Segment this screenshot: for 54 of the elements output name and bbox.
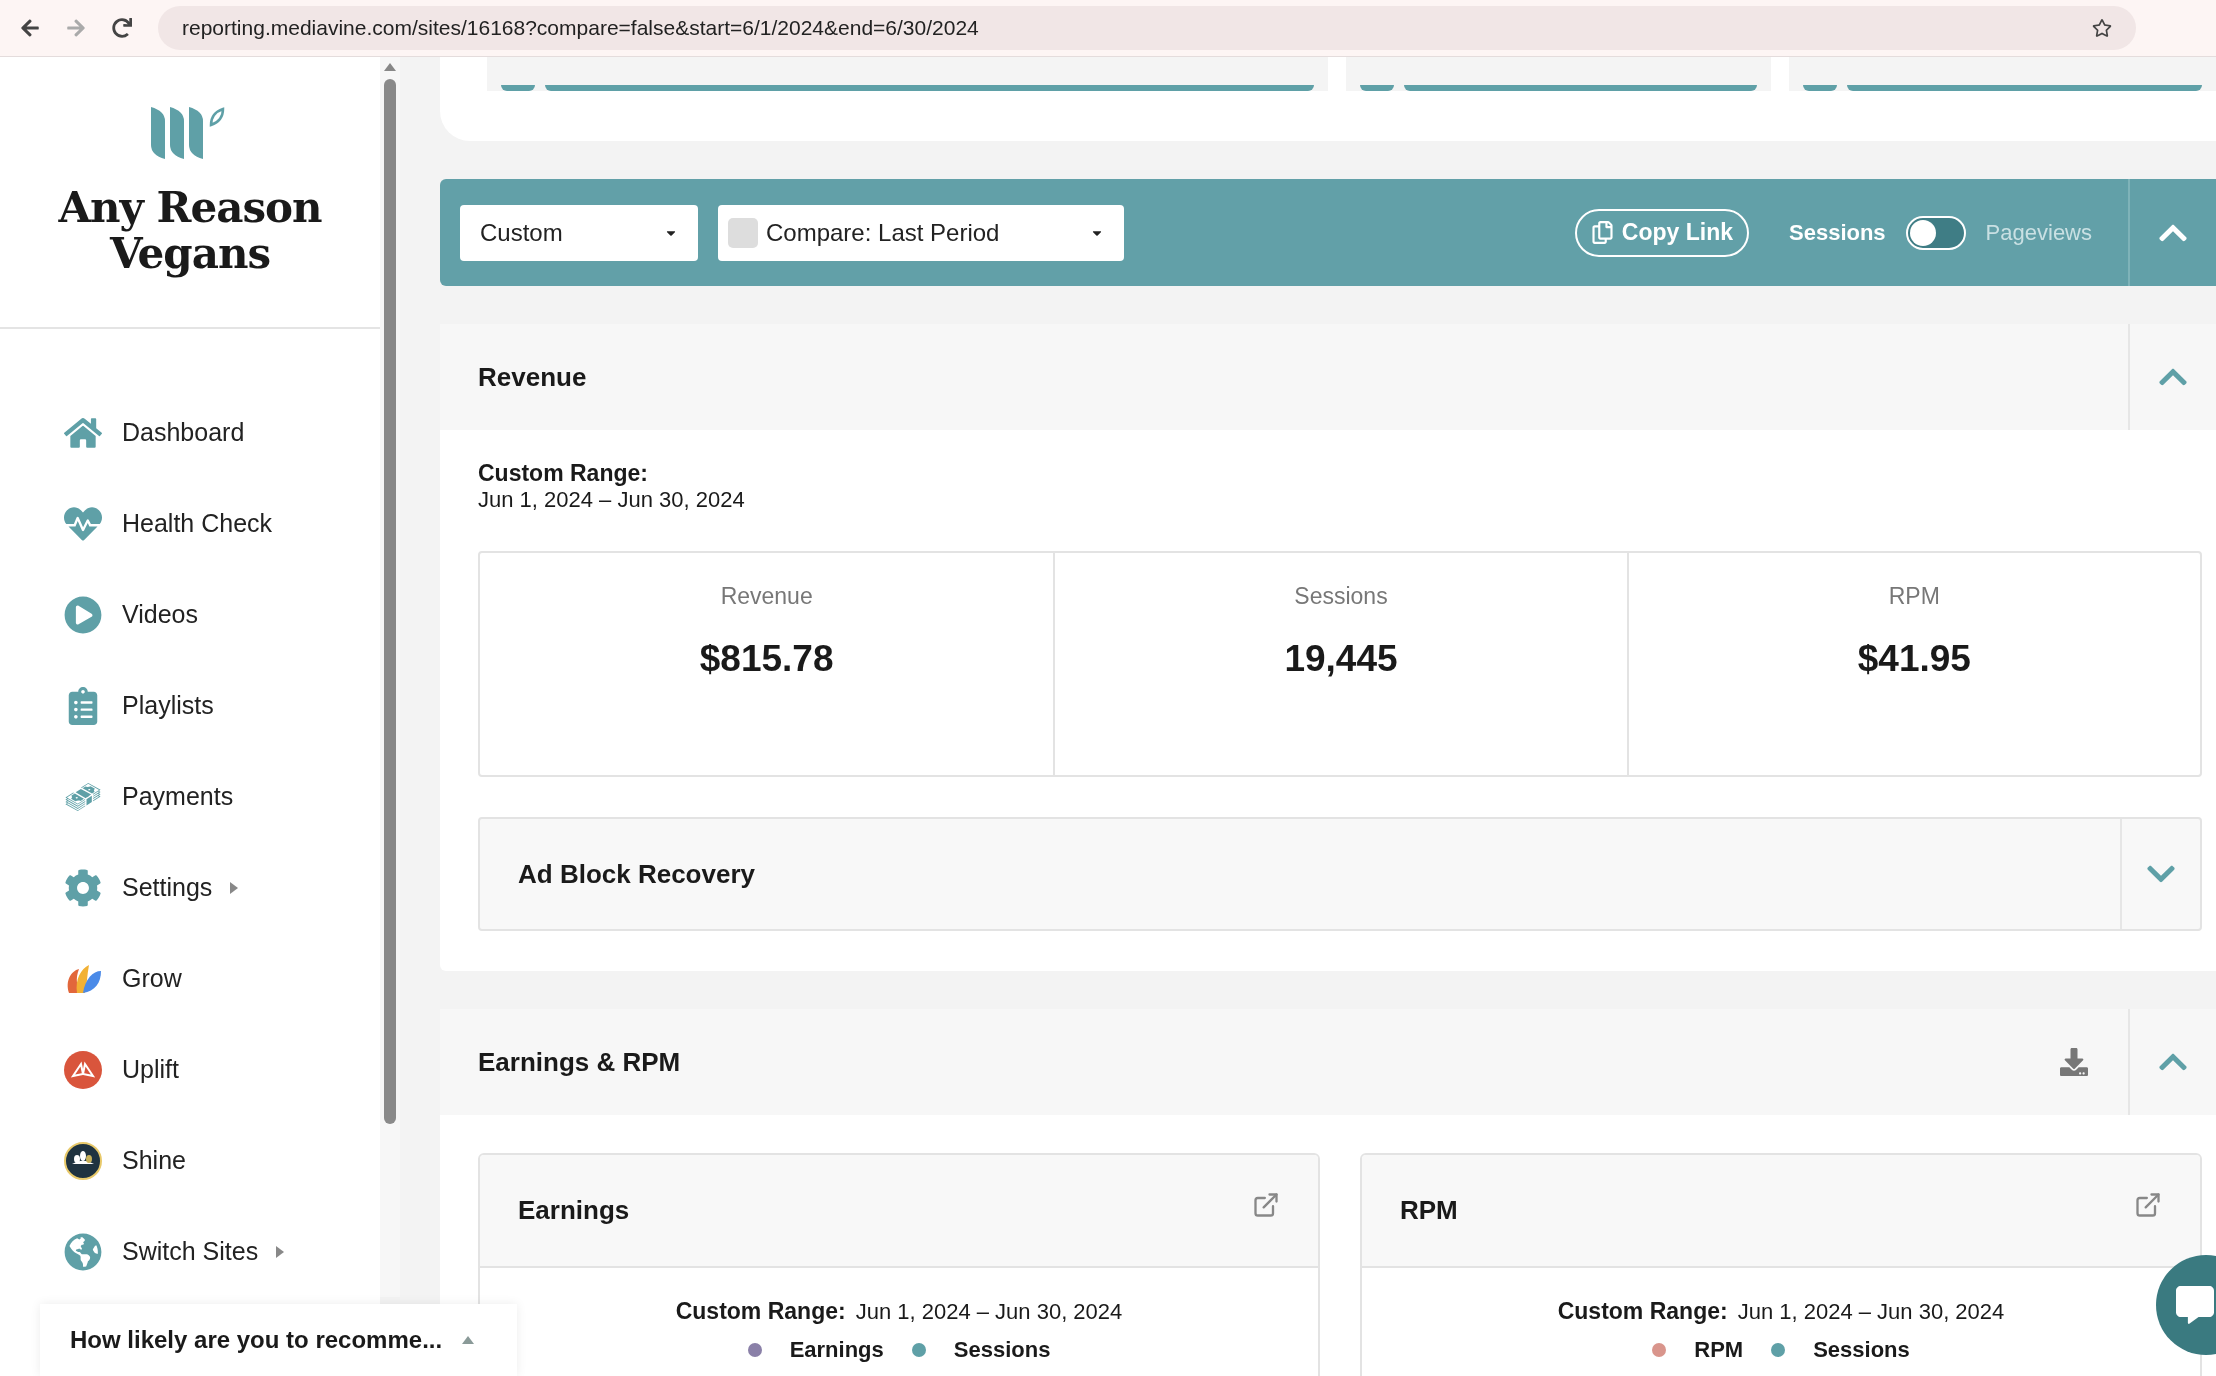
range-label: Custom Range: [478, 460, 649, 487]
section-title: Ad Block Recovery [518, 858, 756, 890]
toggle-label: Pageviews [1985, 219, 2092, 246]
reload-icon[interactable] [112, 18, 132, 38]
stat-label: Revenue [720, 583, 813, 610]
back-icon[interactable] [20, 18, 40, 38]
legend-label: Earnings [789, 1337, 884, 1363]
nav-item[interactable]: Videos [0, 569, 380, 660]
survey-bar[interactable]: How likely are you to recomme... [40, 1304, 517, 1376]
range-text: Jun 1, 2024 – Jun 30, 2024 [478, 487, 746, 513]
leaves-icon [62, 1048, 104, 1091]
scrollbar[interactable] [380, 57, 400, 1297]
stat-value: $41.95 [1857, 638, 1971, 680]
panel-title: Earnings & RPM [478, 1046, 682, 1078]
external-link-icon[interactable] [1252, 1191, 1280, 1219]
nav-item[interactable]: Settings [0, 842, 380, 933]
card-title: Earnings [518, 1195, 631, 1226]
external-link-icon[interactable] [2134, 1191, 2162, 1219]
nav-item[interactable]: Grow [0, 933, 380, 1024]
compare-select[interactable]: Compare: Last Period [718, 204, 1124, 261]
copy-icon [1590, 221, 1614, 244]
nav-item[interactable]: Shine [0, 1115, 380, 1206]
range-select[interactable]: Custom [460, 204, 698, 261]
card-title: RPM [1400, 1195, 1459, 1226]
flower-icon [62, 1139, 104, 1182]
range-label: Custom Range: [675, 1298, 846, 1325]
stat-value: 19,445 [1284, 638, 1398, 680]
legend-label: Sessions [1813, 1337, 1910, 1363]
toggle-label: Sessions [1789, 219, 1886, 246]
legend-label: RPM [1694, 1337, 1744, 1363]
nav-item[interactable]: Switch Sites [0, 1206, 380, 1297]
nav-item[interactable]: Health Check [0, 478, 380, 569]
legend-label: Sessions [953, 1337, 1051, 1363]
panel-title: Revenue [478, 361, 588, 393]
address-bar[interactable]: reporting.mediavine.com/sites/16168?compare=false&start=6/1/2024&end=6/30/2024 [158, 6, 2136, 50]
nav-item[interactable]: Payments [0, 751, 380, 842]
metric-toggle[interactable] [1905, 215, 1966, 250]
range-label: Custom Range: [1557, 1298, 1728, 1325]
site-name: Any Reason Vegans [57, 184, 323, 278]
stat-label: RPM [1888, 583, 1940, 610]
compare-checkbox[interactable] [728, 217, 758, 248]
nav-item[interactable]: Playlists [0, 660, 380, 751]
range-text: Jun 1, 2024 – Jun 30, 2024 [855, 1299, 1123, 1325]
nav-item[interactable]: Uplift [0, 1024, 380, 1115]
star-icon[interactable] [2092, 18, 2112, 38]
stat-label: Sessions [1294, 583, 1388, 610]
range-text: Jun 1, 2024 – Jun 30, 2024 [1737, 1299, 2005, 1325]
ad-block-section[interactable]: Ad Block Recovery [478, 817, 2202, 931]
scroll-up-icon [384, 63, 396, 71]
chat-icon [2176, 1286, 2214, 1324]
stat-value: $815.78 [699, 638, 834, 680]
download-icon[interactable] [2060, 1048, 2088, 1076]
forward-icon[interactable] [66, 18, 86, 38]
nav-item[interactable]: Dashboard [0, 387, 380, 478]
